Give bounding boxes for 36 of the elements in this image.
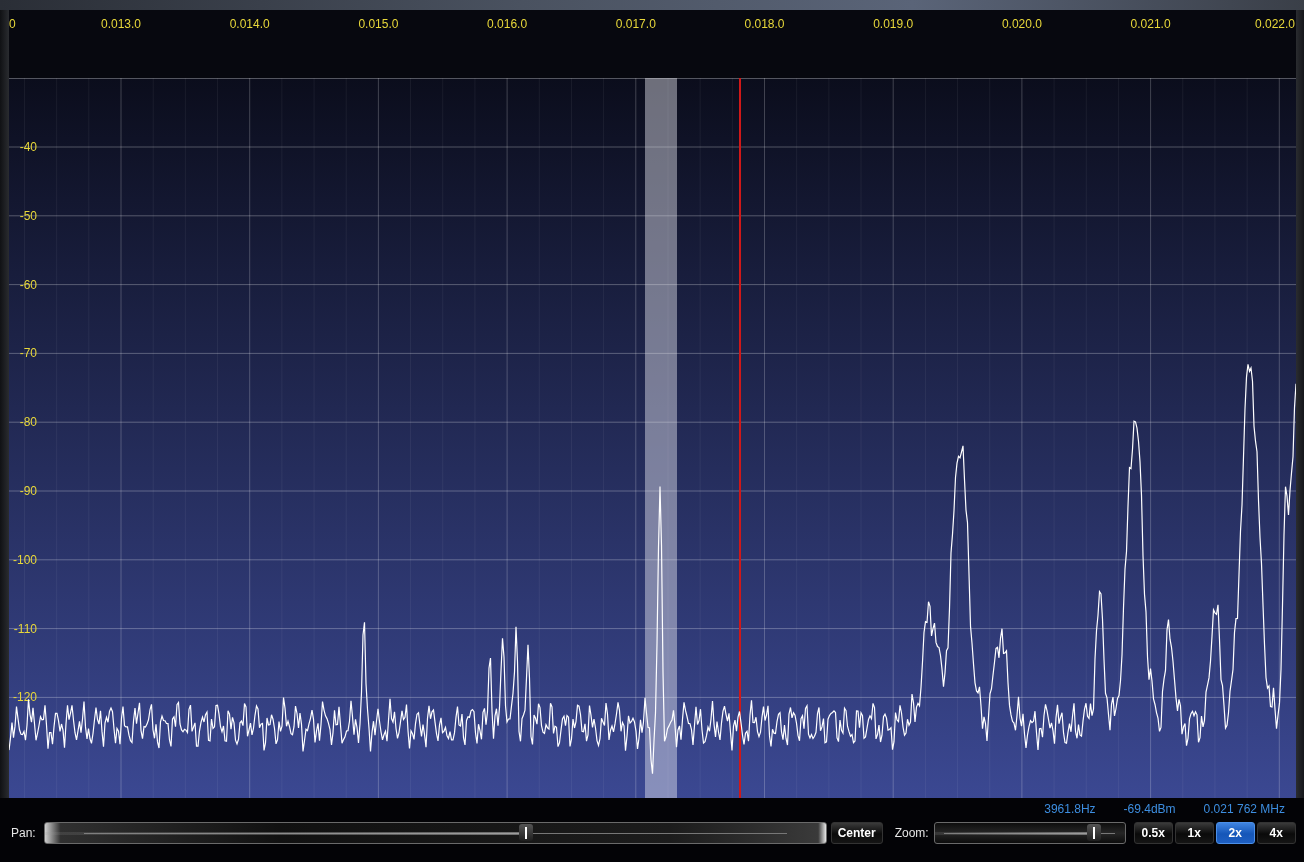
frequency-label: 0.014.0 [229,17,270,31]
level-label: -40 [19,140,37,154]
zoom-preset-button[interactable]: 2x [1215,822,1255,844]
zoom-preset-button[interactable]: 1x [1174,822,1214,844]
pan-slider[interactable] [43,822,827,844]
slider-thumb[interactable] [1087,824,1102,841]
frequency-label: 0.022.0 [1254,17,1295,31]
level-label: -110 [13,621,37,636]
frequency-label: 0.015.0 [358,17,399,31]
marker-line[interactable] [739,78,741,798]
level-label: -120 [12,690,37,705]
level-label: -100 [12,552,37,567]
zoom-label: Zoom: [894,826,929,840]
level-label: -90 [19,484,37,498]
frequency-label: 0.020.0 [1001,17,1042,31]
readout-value: -69.4dBm [1123,801,1176,818]
frequency-label: 0.017.0 [615,17,656,31]
selection-band[interactable] [645,78,677,798]
frequency-label: 0.021.0 [1130,17,1171,31]
slider-thumb[interactable] [518,824,533,841]
level-label: -50 [19,208,37,223]
level-label: -80 [19,415,37,430]
readout-value: 3961.8Hz [1044,801,1096,818]
level-label: -70 [19,346,37,361]
level-label: -60 [19,277,37,292]
frequency-label: 0 [9,17,16,31]
readout-value: 0.021 762 MHz [1203,801,1285,818]
frequency-label: 0.019.0 [873,17,914,31]
zoom-preset-button[interactable]: 0.5x [1133,822,1173,844]
frequency-label: 0.016.0 [487,17,528,31]
pan-label: Pan: [11,826,36,840]
frequency-label: 0.018.0 [744,17,785,31]
center-button[interactable]: Center [830,822,883,844]
zoom-preset-button[interactable]: 4x [1256,822,1296,844]
frequency-label: 0.013.0 [101,17,141,31]
zoom-slider[interactable] [933,822,1126,844]
